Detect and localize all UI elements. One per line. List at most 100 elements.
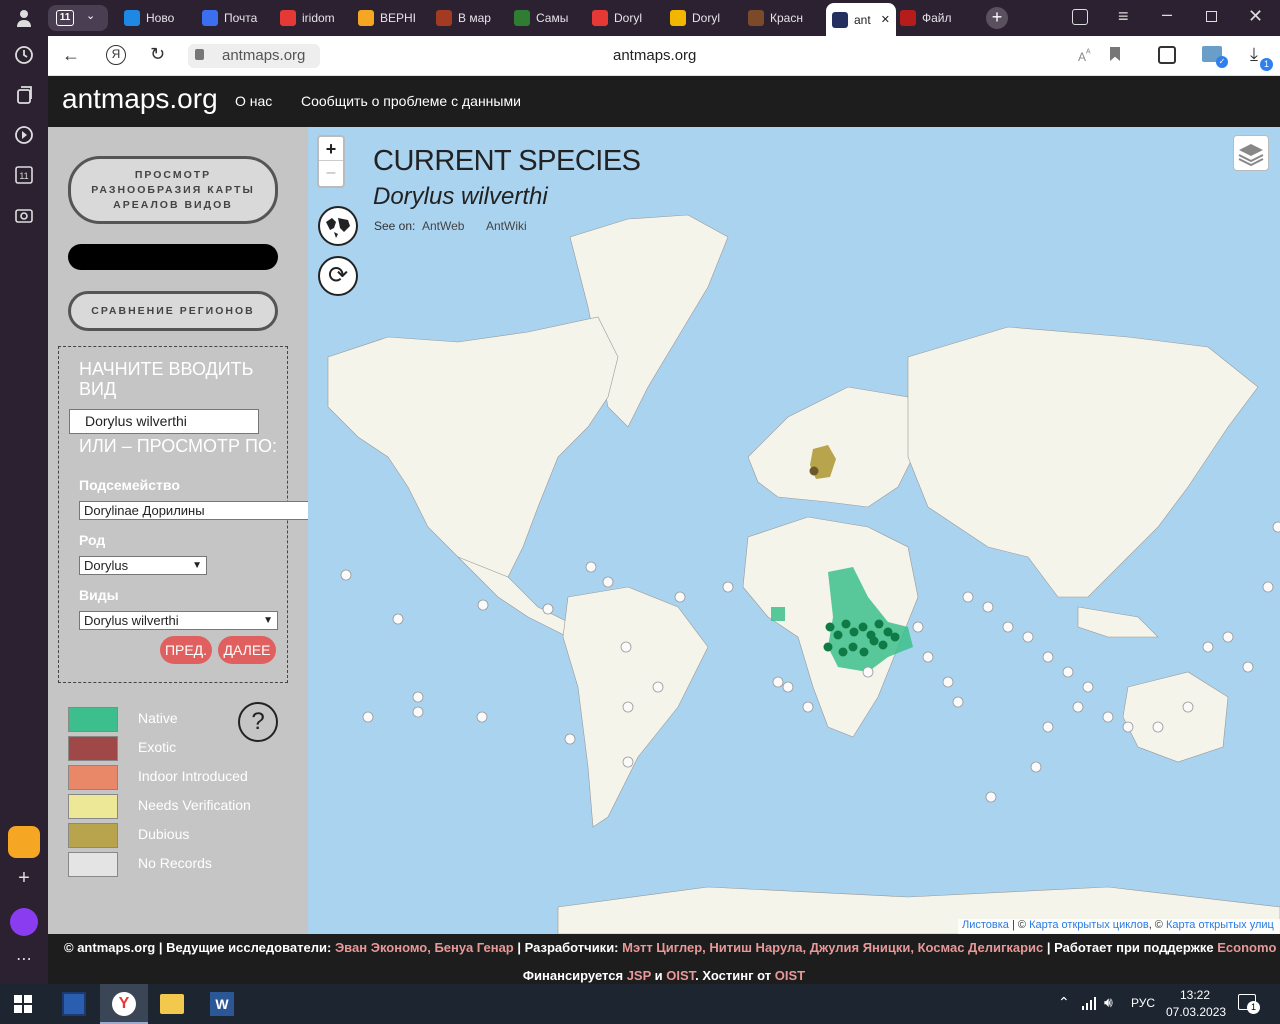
occurrence-point[interactable] (858, 622, 868, 632)
oist-link[interactable]: OIST (666, 968, 695, 983)
occurrence-point[interactable] (833, 630, 843, 640)
occurrence-point[interactable] (874, 619, 884, 629)
mail-app-icon[interactable] (8, 826, 40, 858)
researchers-link[interactable]: Эван Экономо, Бенуа Генар (335, 940, 514, 955)
occurrence-point[interactable] (823, 642, 833, 652)
new-tab-button[interactable]: + (986, 7, 1008, 29)
browser-tab[interactable]: Ново (124, 4, 196, 32)
yandex-browser-icon[interactable]: Y (100, 984, 148, 1024)
island-marker[interactable] (602, 576, 614, 588)
island-marker[interactable] (1022, 631, 1034, 643)
nav-report[interactable]: Сообщить о проблеме с данными (301, 93, 521, 109)
species-search-input[interactable]: Dorylus wilverthi (69, 409, 259, 434)
download-icon[interactable]: ⤓ 1 (1250, 44, 1273, 71)
island-marker[interactable] (392, 613, 404, 625)
island-marker[interactable] (722, 581, 734, 593)
island-marker[interactable] (564, 733, 576, 745)
species-select[interactable]: Dorylus wilverthi ▼ (79, 611, 278, 630)
prev-button[interactable]: ПРЕД. (160, 636, 212, 664)
island-marker[interactable] (542, 603, 554, 615)
browser-tab[interactable]: iridom (280, 4, 352, 32)
diversity-map-button[interactable]: ПРОСМОТР РАЗНООБРАЗИЯ КАРТЫ АРЕАЛОВ ВИДО… (68, 156, 278, 224)
back-icon[interactable]: ← (62, 45, 80, 66)
yandex-logo-icon[interactable]: Я (106, 45, 126, 65)
island-marker[interactable] (982, 601, 994, 613)
island-marker[interactable] (585, 561, 597, 573)
island-marker[interactable] (1202, 641, 1214, 653)
clock-date[interactable]: 07.03.2023 (1166, 1005, 1226, 1019)
occurrence-point[interactable] (841, 619, 851, 629)
menu-icon[interactable]: ≡ (1118, 6, 1129, 27)
browser-tab[interactable]: Файл (900, 4, 972, 32)
occurrence-point[interactable] (869, 636, 879, 646)
zoom-out-button[interactable]: – (319, 161, 343, 185)
occurrence-point[interactable] (848, 642, 858, 652)
island-marker[interactable] (1122, 721, 1134, 733)
island-marker[interactable] (412, 706, 424, 718)
bookmark-icon[interactable] (1110, 47, 1120, 61)
browser-tab[interactable]: Самы (514, 4, 586, 32)
island-marker[interactable] (622, 756, 634, 768)
island-marker[interactable] (1062, 666, 1074, 678)
island-marker[interactable] (802, 701, 814, 713)
browser-tab[interactable]: Doryl (592, 4, 664, 32)
profile-icon[interactable] (14, 8, 34, 28)
island-marker[interactable] (782, 681, 794, 693)
island-marker[interactable] (1242, 661, 1254, 673)
island-marker[interactable] (620, 641, 632, 653)
island-marker[interactable] (1102, 711, 1114, 723)
close-tab-icon[interactable]: ✕ (881, 13, 890, 26)
occurrence-point[interactable] (890, 632, 900, 642)
island-marker[interactable] (476, 711, 488, 723)
save-app-icon[interactable] (62, 992, 86, 1016)
close-window-icon[interactable]: ✕ (1248, 6, 1263, 27)
occurrence-point[interactable] (878, 640, 888, 650)
clock-time[interactable]: 13:22 (1180, 988, 1210, 1002)
island-marker[interactable] (1262, 581, 1274, 593)
leaflet-link[interactable]: Листовка (962, 919, 1009, 931)
browser-tab[interactable]: Doryl (670, 4, 742, 32)
island-marker[interactable] (340, 569, 352, 581)
antwiki-link[interactable]: AntWiki (486, 219, 527, 233)
island-marker[interactable] (1082, 681, 1094, 693)
explorer-icon[interactable] (160, 994, 184, 1014)
island-marker[interactable] (1042, 651, 1054, 663)
island-marker[interactable] (942, 676, 954, 688)
next-button[interactable]: ДАЛЕЕ (218, 636, 276, 664)
profile-sync-icon[interactable]: ✓ (1202, 46, 1228, 68)
video-icon[interactable] (12, 124, 36, 148)
island-marker[interactable] (1222, 631, 1234, 643)
island-marker[interactable] (962, 591, 974, 603)
notifications-icon[interactable]: 1 (1238, 994, 1260, 1014)
jsp-link[interactable]: JSP (627, 968, 651, 983)
osm-link[interactable]: Карта открытых улиц (1166, 919, 1274, 931)
tabs-sidebar-icon[interactable]: 11 (12, 164, 36, 188)
minimize-icon[interactable]: – (1162, 4, 1172, 25)
subfamily-select[interactable]: Dorylinae Дорилины (79, 501, 309, 520)
map-canvas[interactable] (308, 127, 1280, 934)
island-marker[interactable] (922, 651, 934, 663)
reading-list-icon[interactable] (1158, 46, 1176, 64)
island-marker[interactable] (912, 621, 924, 633)
genus-select[interactable]: Dorylus ▼ (79, 556, 207, 575)
economo-lab-link[interactable]: Economo Lab (1217, 940, 1280, 955)
tabs-counter-button[interactable]: 11 ⌄ (48, 5, 108, 31)
zoom-in-button[interactable]: + (319, 137, 343, 161)
opencyclemap-link[interactable]: Карта открытых циклов (1029, 919, 1149, 931)
layers-icon[interactable] (1233, 135, 1269, 171)
browser-tab[interactable]: Почта (202, 4, 274, 32)
island-marker[interactable] (1030, 761, 1042, 773)
history-icon[interactable] (12, 44, 36, 68)
occurrence-point[interactable] (825, 622, 835, 632)
occurrence-point[interactable] (859, 647, 869, 657)
island-marker[interactable] (412, 691, 424, 703)
alice-icon[interactable] (10, 908, 38, 936)
screenshot-icon[interactable] (12, 204, 36, 228)
blank-black-button[interactable] (68, 244, 278, 270)
island-marker[interactable] (862, 666, 874, 678)
world-map[interactable]: + – CURRENT SPECIES Dorylus wilverthi Se… (308, 127, 1280, 934)
translate-icon[interactable]: Aᴬ (1078, 48, 1091, 64)
tab-groups-icon[interactable] (1072, 9, 1088, 25)
island-marker[interactable] (652, 681, 664, 693)
start-icon[interactable] (14, 995, 32, 1013)
